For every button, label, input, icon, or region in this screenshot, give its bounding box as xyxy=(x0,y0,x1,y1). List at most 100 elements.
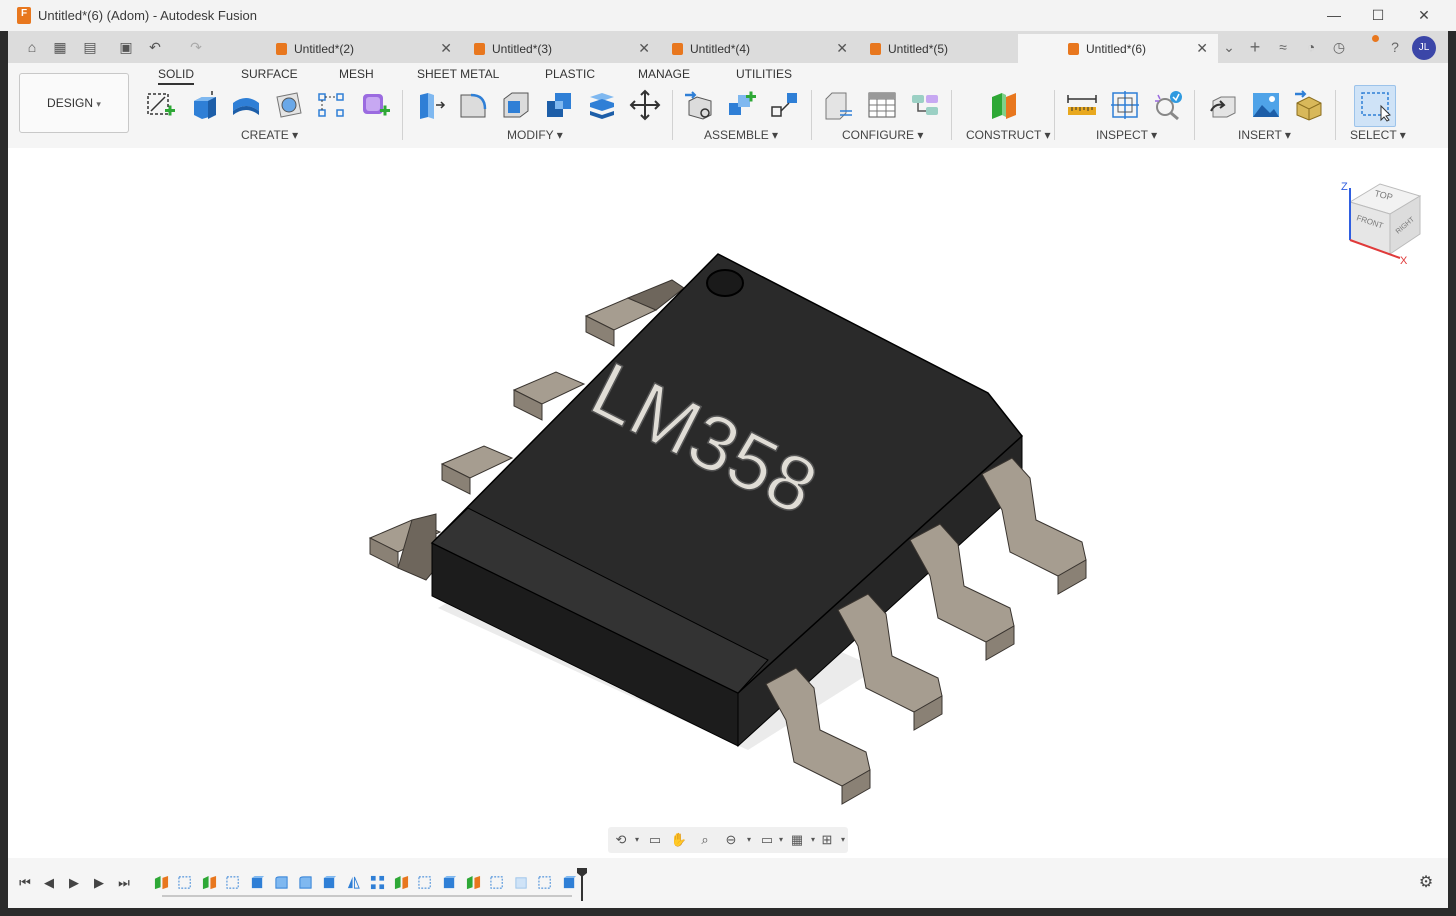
close-tab-icon[interactable]: ✕ xyxy=(836,40,848,57)
tab-surface[interactable]: SURFACE xyxy=(241,67,298,81)
inspect-group-label[interactable]: INSPECT ▾ xyxy=(1096,128,1157,142)
pan-icon[interactable]: ✋ xyxy=(670,832,688,848)
inspect-analysis-icon[interactable] xyxy=(1152,89,1184,121)
doc-tab-untitled-4[interactable]: Untitled*(4) ✕ xyxy=(662,34,858,63)
pattern-icon[interactable] xyxy=(316,89,348,121)
tab-solid[interactable]: SOLID xyxy=(158,67,195,85)
maximize-button[interactable]: ☐ xyxy=(1356,4,1400,26)
data-panel-grid-icon[interactable]: ▦ xyxy=(50,37,70,57)
hole-icon[interactable] xyxy=(273,89,305,121)
timeline-marker[interactable] xyxy=(576,867,588,901)
minimize-button[interactable]: — xyxy=(1312,4,1356,26)
split-body-icon[interactable] xyxy=(586,89,618,121)
combine-icon[interactable] xyxy=(543,89,575,121)
timeline-feature-extrude-icon[interactable] xyxy=(250,875,265,890)
timeline-feature-mirror-icon[interactable] xyxy=(346,875,361,890)
close-tab-icon[interactable]: ✕ xyxy=(1196,40,1208,57)
timeline-feature-sketch-icon[interactable] xyxy=(538,875,553,890)
assemble-group-label[interactable]: ASSEMBLE ▾ xyxy=(704,128,778,142)
timeline-feature-plane-icon[interactable] xyxy=(394,875,409,890)
interference-icon[interactable] xyxy=(1109,89,1141,121)
create-form-icon[interactable] xyxy=(360,89,392,121)
timeline-feature-body-icon[interactable] xyxy=(514,875,529,890)
tab-sheet-metal[interactable]: SHEET METAL xyxy=(417,67,499,81)
insert-derive-icon[interactable] xyxy=(1207,89,1239,121)
doc-tab-untitled-3[interactable]: Untitled*(3) ✕ xyxy=(464,34,660,63)
design-viewport[interactable]: LM358 TOP FRONT RIGHT Z X xyxy=(8,148,1448,858)
select-group-label[interactable]: SELECT ▾ xyxy=(1350,128,1406,142)
new-tab-icon[interactable]: + xyxy=(1246,38,1264,56)
timeline-feature-sketch-icon[interactable] xyxy=(490,875,505,890)
home-icon[interactable]: ⌂ xyxy=(22,37,42,57)
help-icon[interactable]: ? xyxy=(1386,38,1404,56)
construct-group-label[interactable]: CONSTRUCT ▾ xyxy=(966,128,1050,142)
save-icon[interactable]: ▣ xyxy=(116,37,136,57)
fillet-icon[interactable] xyxy=(457,89,489,121)
timeline-feature-pattern-icon[interactable] xyxy=(370,875,385,890)
extensions-icon[interactable]: ≈ xyxy=(1274,38,1292,56)
as-built-joint-icon[interactable] xyxy=(769,89,801,121)
doc-tab-untitled-2[interactable]: Untitled*(2) ✕ xyxy=(266,34,462,63)
file-menu-icon[interactable]: ▤ xyxy=(80,37,100,57)
zoom-icon[interactable]: ⌕ xyxy=(696,832,714,848)
close-tab-icon[interactable]: ✕ xyxy=(638,40,650,57)
configuration-table-icon[interactable] xyxy=(866,89,898,121)
measure-icon[interactable] xyxy=(1066,89,1098,121)
timeline-feature-extrude-icon[interactable] xyxy=(442,875,457,890)
modify-group-label[interactable]: MODIFY ▾ xyxy=(507,128,563,142)
look-at-icon[interactable]: ▭ xyxy=(646,832,664,848)
move-copy-icon[interactable] xyxy=(629,89,661,121)
create-group-label[interactable]: CREATE ▾ xyxy=(241,128,298,142)
close-window-button[interactable]: ✕ xyxy=(1402,4,1446,26)
tab-utilities[interactable]: UTILITIES xyxy=(736,67,792,81)
viewcube[interactable]: TOP FRONT RIGHT Z X xyxy=(1338,174,1428,264)
extrude-icon[interactable] xyxy=(188,89,220,121)
chip-model-canvas[interactable]: LM358 xyxy=(8,148,1448,858)
tab-overflow-chevron-icon[interactable]: ⌄ xyxy=(1220,38,1238,56)
doc-tab-untitled-6[interactable]: Untitled*(6) ✕ xyxy=(1018,34,1218,63)
timeline-next-icon[interactable]: ▶ xyxy=(91,875,107,891)
offset-plane-icon[interactable] xyxy=(988,89,1020,121)
new-component-icon[interactable] xyxy=(683,89,715,121)
configure-design-icon[interactable] xyxy=(822,89,854,121)
timeline-first-icon[interactable]: ⏮ xyxy=(17,875,33,891)
job-status-icon[interactable]: ◔ xyxy=(1302,38,1320,56)
configure-group-label[interactable]: CONFIGURE ▾ xyxy=(842,128,923,142)
press-pull-icon[interactable] xyxy=(414,89,446,121)
tab-plastic[interactable]: PLASTIC xyxy=(545,67,595,81)
viewports-dropdown-icon[interactable]: ▾ xyxy=(834,832,852,848)
notifications-icon[interactable]: ◷ xyxy=(1330,38,1348,56)
tab-mesh[interactable]: MESH xyxy=(339,67,374,81)
timeline-prev-icon[interactable]: ◀ xyxy=(41,875,57,891)
revolve-icon[interactable] xyxy=(230,89,262,121)
timeline-feature-extrude-icon[interactable] xyxy=(562,875,577,890)
timeline-feature-fillet-icon[interactable] xyxy=(274,875,289,890)
insert-group-label[interactable]: INSERT ▾ xyxy=(1238,128,1291,142)
timeline-feature-fillet-icon[interactable] xyxy=(298,875,313,890)
insert-mcmaster-icon[interactable] xyxy=(1293,89,1325,121)
timeline-feature-sketch-icon[interactable] xyxy=(178,875,193,890)
redo-icon[interactable]: ↷ xyxy=(186,37,206,57)
close-tab-icon[interactable]: ✕ xyxy=(440,40,452,57)
timeline-feature-extrude-icon[interactable] xyxy=(322,875,337,890)
timeline-feature-sketch-icon[interactable] xyxy=(418,875,433,890)
select-tool-highlight[interactable] xyxy=(1354,85,1396,127)
configure-rules-icon[interactable] xyxy=(909,89,941,121)
fit-icon[interactable]: ⊖ xyxy=(722,832,740,848)
user-avatar[interactable]: JL xyxy=(1412,36,1436,60)
timeline-feature-sketch-icon[interactable] xyxy=(226,875,241,890)
timeline-feature-plane-icon[interactable] xyxy=(154,875,169,890)
tab-manage[interactable]: MANAGE xyxy=(638,67,690,81)
timeline-play-icon[interactable]: ▶ xyxy=(66,875,82,891)
timeline-settings-gear-icon[interactable]: ⚙ xyxy=(1418,875,1434,891)
timeline-feature-plane-icon[interactable] xyxy=(466,875,481,890)
orbit-dropdown-icon[interactable]: ▾ xyxy=(628,832,646,848)
fit-dropdown-icon[interactable]: ▾ xyxy=(740,832,758,848)
joint-icon[interactable] xyxy=(726,89,758,121)
shell-icon[interactable] xyxy=(500,89,532,121)
undo-icon[interactable]: ↶ xyxy=(145,37,165,57)
timeline-last-icon[interactable]: ⏭ xyxy=(116,875,132,891)
create-sketch-icon[interactable] xyxy=(145,89,177,121)
timeline-feature-plane-icon[interactable] xyxy=(202,875,217,890)
insert-canvas-icon[interactable] xyxy=(1250,89,1282,121)
